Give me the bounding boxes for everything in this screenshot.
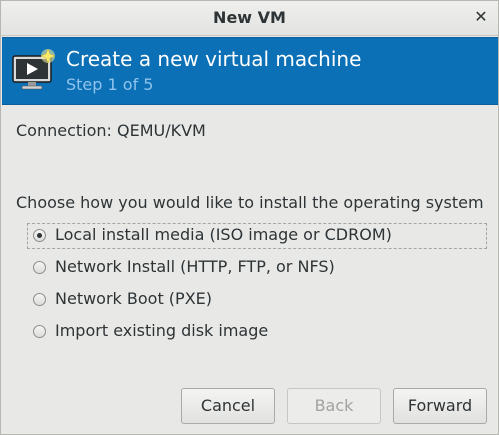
close-icon: ✕ [474, 7, 488, 26]
install-method-prompt: Choose how you would like to install the… [16, 193, 484, 212]
option-label: Import existing disk image [55, 321, 269, 340]
radio-button[interactable] [33, 261, 46, 274]
option-label: Network Boot (PXE) [55, 289, 213, 308]
radio-button[interactable] [33, 325, 46, 338]
cancel-button[interactable]: Cancel [181, 388, 275, 424]
header-banner: Create a new virtual machine Step 1 of 5 [2, 37, 498, 105]
option-label: Local install media (ISO image or CDROM) [55, 225, 392, 244]
close-button[interactable]: ✕ [470, 6, 492, 28]
option-network-install[interactable]: Network Install (HTTP, FTP, or NFS) [27, 255, 487, 281]
connection-label: Connection: QEMU/KVM [16, 121, 206, 140]
option-local-install-media[interactable]: Local install media (ISO image or CDROM) [27, 223, 487, 249]
title-bar[interactable]: New VM ✕ [1, 1, 498, 36]
new-vm-dialog: New VM ✕ Create a new virtual machine St… [0, 0, 499, 435]
option-network-boot[interactable]: Network Boot (PXE) [27, 287, 487, 313]
option-import-disk-image[interactable]: Import existing disk image [27, 319, 487, 345]
back-button[interactable]: Back [287, 388, 381, 424]
radio-button[interactable] [33, 229, 46, 242]
option-label: Network Install (HTTP, FTP, or NFS) [55, 257, 335, 276]
header-title: Create a new virtual machine [66, 47, 362, 71]
forward-button[interactable]: Forward [393, 388, 487, 424]
radio-button[interactable] [33, 293, 46, 306]
vm-screen-play-icon [12, 48, 56, 90]
step-indicator: Step 1 of 5 [66, 75, 154, 94]
install-method-options: Local install media (ISO image or CDROM)… [27, 223, 487, 351]
window-title: New VM [213, 8, 286, 27]
